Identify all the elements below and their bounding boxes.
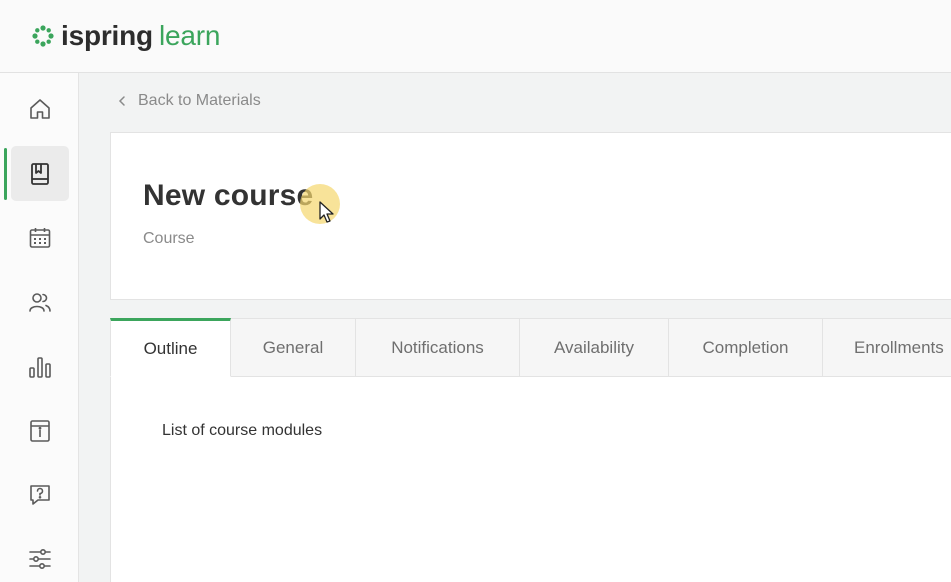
sidebar-item-home[interactable]: [11, 81, 69, 136]
sidebar-item-materials[interactable]: [11, 146, 69, 201]
logo-text-learn: learn: [158, 20, 221, 51]
sidebar-item-info[interactable]: [11, 403, 69, 458]
tab-label: Outline: [143, 338, 198, 358]
back-to-materials-link[interactable]: Back to Materials: [116, 90, 261, 112]
tabs-panel: Outline General Notifications Availabili…: [110, 318, 951, 582]
sidebar-item-users[interactable]: [11, 274, 69, 329]
ispring-learn-logo[interactable]: ispring learn: [30, 22, 220, 50]
info-icon: [30, 419, 50, 442]
book-icon: [31, 162, 49, 185]
calendar-icon: [29, 227, 51, 248]
logo-text-ispring: ispring: [61, 20, 153, 51]
course-header-card: New course Course: [110, 132, 951, 300]
top-bar: ispring learn: [0, 0, 951, 73]
sidebar-active-indicator: [4, 148, 7, 200]
tab-label: Completion: [702, 337, 789, 357]
tab-label: Availability: [553, 337, 634, 357]
course-type-label: Course: [143, 230, 195, 247]
tab-general[interactable]: General: [231, 318, 356, 377]
sidebar-item-help[interactable]: [11, 467, 69, 522]
mouse-cursor-icon: [319, 201, 334, 223]
tab-enrollments[interactable]: Enrollments: [823, 318, 951, 377]
logo-mark-icon: [32, 25, 54, 47]
chevron-left-icon: [118, 96, 125, 106]
tab-label: Notifications: [391, 337, 484, 357]
sidebar-item-calendar[interactable]: [11, 210, 69, 265]
users-icon: [29, 292, 51, 312]
home-icon: [30, 98, 50, 119]
course-modules-list-label: List of course modules: [162, 422, 323, 439]
sidebar-item-reports[interactable]: [11, 339, 69, 394]
settings-sliders-icon: [29, 548, 51, 569]
tab-outline[interactable]: Outline: [110, 318, 231, 377]
tab-label: Enrollments: [854, 337, 944, 357]
help-icon: [30, 484, 50, 505]
page-title[interactable]: New course: [143, 179, 313, 213]
tab-label: General: [262, 337, 324, 357]
back-link-label: Back to Materials: [138, 92, 261, 109]
tab-completion[interactable]: Completion: [669, 318, 823, 377]
tab-availability[interactable]: Availability: [520, 318, 669, 377]
chart-icon: [29, 356, 51, 378]
logo-text: ispring learn: [61, 22, 220, 50]
sidebar: [0, 73, 79, 582]
sidebar-item-settings[interactable]: [11, 531, 69, 582]
tab-notifications[interactable]: Notifications: [356, 318, 520, 377]
